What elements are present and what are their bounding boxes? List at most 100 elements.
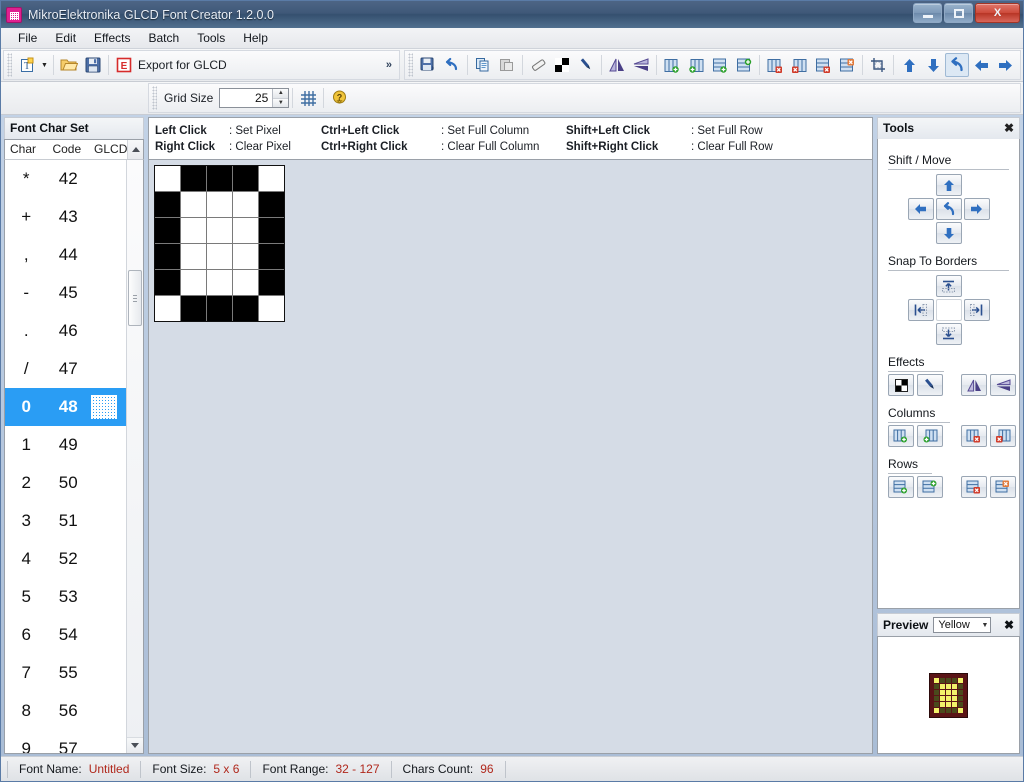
toolbar-gripper[interactable] (152, 86, 157, 110)
pixel-cell[interactable] (233, 296, 258, 321)
shift-down-icon[interactable] (921, 53, 945, 77)
shift-reset-button[interactable] (936, 198, 962, 220)
menu-item-effects[interactable]: Effects (85, 28, 139, 48)
pixel-cell[interactable] (181, 166, 206, 191)
menu-item-batch[interactable]: Batch (140, 28, 189, 48)
grid-size-decrement-icon[interactable]: ▼ (273, 99, 288, 108)
pixel-cell[interactable] (207, 166, 232, 191)
snap-top-button[interactable] (936, 275, 962, 297)
char-list-scroll-thumb[interactable] (128, 270, 142, 326)
pixel-cell[interactable] (155, 192, 180, 217)
char-list-row[interactable]: 149 (5, 426, 126, 464)
pixel-cell[interactable] (207, 296, 232, 321)
pixel-cell[interactable] (259, 244, 284, 269)
char-list-row[interactable]: -45 (5, 274, 126, 312)
shift-right-button[interactable] (964, 198, 990, 220)
pixel-cell[interactable] (233, 270, 258, 295)
insert-column-right-button[interactable] (917, 425, 943, 447)
export-for-glcd-icon[interactable]: E (112, 53, 136, 77)
pixel-cell[interactable] (155, 270, 180, 295)
pixel-cell[interactable] (207, 270, 232, 295)
menu-item-help[interactable]: Help (234, 28, 277, 48)
export-for-glcd-label[interactable]: Export for GLCD (136, 58, 235, 72)
pixel-cell[interactable] (259, 166, 284, 191)
save-font-icon[interactable] (81, 53, 105, 77)
shift-left-icon[interactable] (969, 53, 993, 77)
insert-column-right-icon[interactable] (684, 53, 708, 77)
snap-right-button[interactable] (964, 299, 990, 321)
pixel-cell[interactable] (155, 244, 180, 269)
erase-icon[interactable] (526, 53, 550, 77)
toolbar-overflow-button[interactable]: » (382, 59, 396, 71)
crop-icon[interactable] (866, 53, 890, 77)
delete-column-left-button[interactable] (961, 425, 987, 447)
pixel-cell[interactable] (155, 218, 180, 243)
char-list-row[interactable]: 856 (5, 692, 126, 730)
snap-left-button[interactable] (908, 299, 934, 321)
grid-size-increment-icon[interactable]: ▲ (273, 89, 288, 99)
invert-icon[interactable] (550, 53, 574, 77)
insert-row-top-icon[interactable] (708, 53, 732, 77)
preview-color-select[interactable]: Yellow ▼ (933, 617, 991, 633)
rotate-icon[interactable] (945, 53, 969, 77)
shift-up-button[interactable] (936, 174, 962, 196)
pixel-cell[interactable] (181, 270, 206, 295)
char-list[interactable]: *42+43,44-45.46/470481492503514525536547… (5, 160, 126, 753)
undo-icon[interactable] (440, 53, 464, 77)
pixel-cell[interactable] (259, 218, 284, 243)
shift-up-icon[interactable] (897, 53, 921, 77)
char-list-scrollbar[interactable] (126, 160, 143, 753)
char-list-row[interactable]: .46 (5, 312, 126, 350)
shift-left-button[interactable] (908, 198, 934, 220)
char-list-row[interactable]: *42 (5, 160, 126, 198)
save-as-icon[interactable] (416, 53, 440, 77)
pixel-cell[interactable] (259, 270, 284, 295)
minimize-button[interactable] (913, 3, 942, 23)
help-icon[interactable]: ? (327, 86, 351, 110)
new-font-dropdown-icon[interactable]: ▼ (39, 53, 50, 77)
mirror-vertical-icon[interactable] (629, 53, 653, 77)
menu-item-file[interactable]: File (9, 28, 46, 48)
pixel-cell[interactable] (233, 192, 258, 217)
pixel-cell[interactable] (207, 244, 232, 269)
pixel-cell[interactable] (181, 244, 206, 269)
char-list-row[interactable]: 755 (5, 654, 126, 692)
pixel-cell[interactable] (155, 296, 180, 321)
char-list-row[interactable]: ,44 (5, 236, 126, 274)
char-list-row[interactable]: 048 (5, 388, 126, 426)
pixel-cell[interactable] (259, 192, 284, 217)
char-list-scroll-down-button[interactable] (127, 737, 143, 753)
column-header-code[interactable]: Code (47, 140, 89, 159)
pixel-cell[interactable] (207, 192, 232, 217)
menu-item-edit[interactable]: Edit (46, 28, 85, 48)
char-list-scroll-up-button[interactable] (127, 140, 143, 159)
delete-row-bottom-icon[interactable] (835, 53, 859, 77)
chevron-down-icon[interactable]: ▼ (981, 622, 988, 629)
pixel-cell[interactable] (181, 296, 206, 321)
char-list-row[interactable]: 452 (5, 540, 126, 578)
preview-close-icon[interactable]: ✖ (1004, 618, 1014, 632)
char-list-row[interactable]: +43 (5, 198, 126, 236)
new-font-icon[interactable]: T (15, 53, 39, 77)
char-list-row[interactable]: 553 (5, 578, 126, 616)
fill-icon[interactable] (574, 53, 598, 77)
pixel-cell[interactable] (207, 218, 232, 243)
fill-button[interactable] (917, 374, 943, 396)
insert-row-bottom-icon[interactable] (732, 53, 756, 77)
invert-button[interactable] (888, 374, 914, 396)
snap-bottom-button[interactable] (936, 323, 962, 345)
pixel-cell[interactable] (259, 296, 284, 321)
maximize-button[interactable] (944, 3, 973, 23)
pixel-cell[interactable] (181, 192, 206, 217)
char-list-row[interactable]: 351 (5, 502, 126, 540)
grid-toggle-icon[interactable] (296, 86, 320, 110)
delete-row-top-icon[interactable] (811, 53, 835, 77)
delete-column-right-button[interactable] (990, 425, 1016, 447)
delete-column-left-icon[interactable] (763, 53, 787, 77)
editor-canvas[interactable] (148, 159, 873, 754)
open-font-icon[interactable] (57, 53, 81, 77)
pixel-grid[interactable] (154, 165, 285, 322)
pixel-cell[interactable] (155, 166, 180, 191)
copy-icon[interactable] (471, 53, 495, 77)
menu-item-tools[interactable]: Tools (188, 28, 234, 48)
